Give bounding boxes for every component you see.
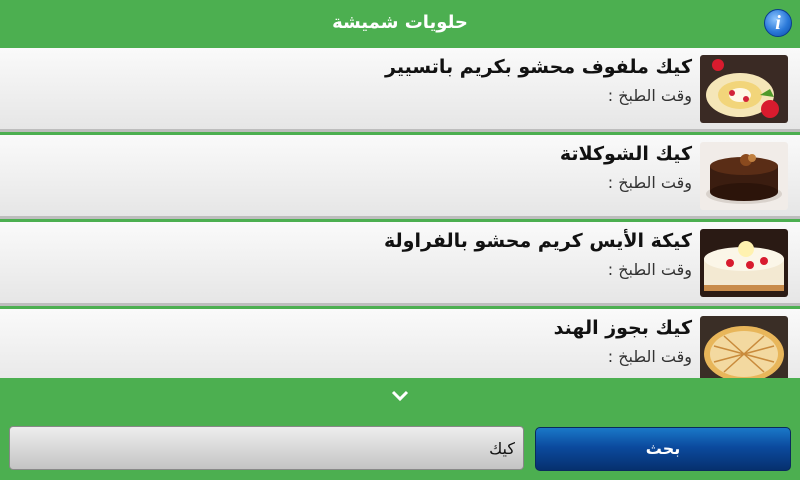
recipe-thumbnail xyxy=(700,229,788,297)
cooking-time-label: وقت الطبخ : xyxy=(607,173,692,192)
recipe-thumbnail xyxy=(700,316,788,378)
info-icon[interactable]: i xyxy=(764,9,792,37)
recipe-thumbnail xyxy=(700,142,788,210)
list-item[interactable]: كيك بجوز الهند وقت الطبخ : xyxy=(0,309,800,378)
list-item[interactable]: كيك ملفوف محشو بكريم باتسيير وقت الطبخ : xyxy=(0,48,800,132)
list-item[interactable]: كيكة الأيس كريم محشو بالفراولة وقت الطبخ… xyxy=(0,222,800,306)
chevron-down-icon[interactable] xyxy=(388,386,412,406)
recipe-list[interactable]: كيك ملفوف محشو بكريم باتسيير وقت الطبخ :… xyxy=(0,48,800,378)
search-button[interactable]: بحث xyxy=(535,427,791,471)
recipe-title: كيك الشوكلاتة xyxy=(559,143,692,165)
list-item[interactable]: كيك الشوكلاتة وقت الطبخ : xyxy=(0,135,800,219)
cooking-time-label: وقت الطبخ : xyxy=(607,86,692,105)
recipe-title: كيك ملفوف محشو بكريم باتسيير xyxy=(385,56,692,78)
search-input[interactable] xyxy=(9,426,524,470)
cooking-time-label: وقت الطبخ : xyxy=(607,260,692,279)
app-header: حلويات شميشة i xyxy=(0,0,800,46)
page-title: حلويات شميشة xyxy=(332,12,468,33)
recipe-title: كيكة الأيس كريم محشو بالفراولة xyxy=(384,230,692,252)
recipe-title: كيك بجوز الهند xyxy=(553,317,692,339)
cooking-time-label: وقت الطبخ : xyxy=(607,347,692,366)
recipe-thumbnail xyxy=(700,55,788,123)
